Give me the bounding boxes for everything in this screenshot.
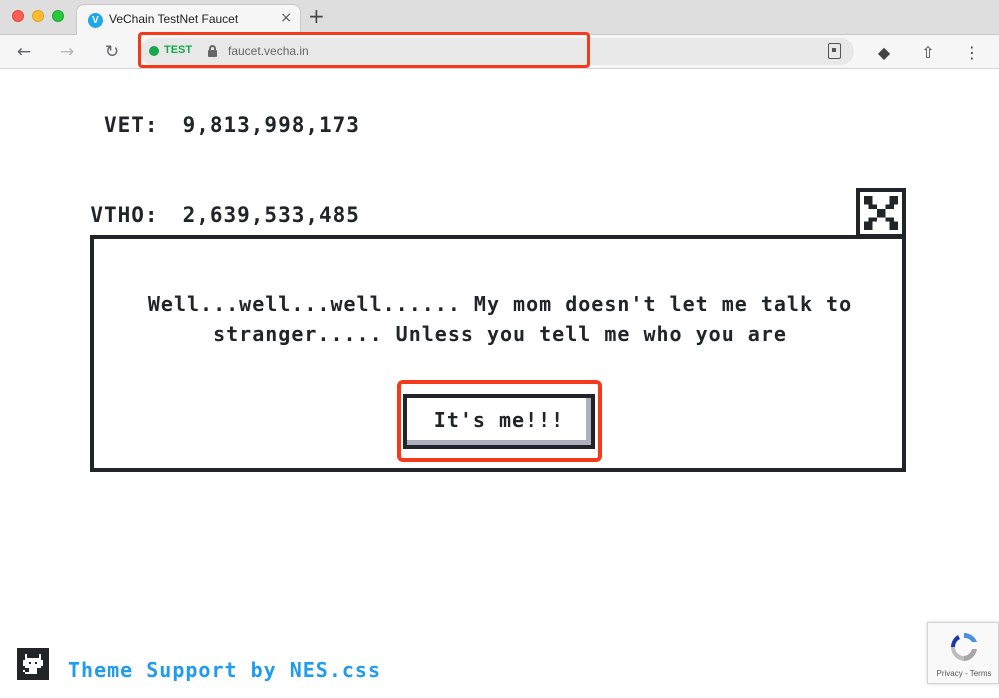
maximize-window-button[interactable] (52, 10, 64, 22)
bookmark-icon[interactable] (828, 43, 841, 59)
tab-close-icon[interactable]: × (280, 10, 292, 26)
minimize-window-button[interactable] (32, 10, 44, 22)
address-bar-highlight (138, 32, 590, 68)
back-button[interactable]: ← (12, 40, 36, 64)
vtho-label: VTHO: (90, 203, 159, 227)
more-menu-icon[interactable]: ⋮ (961, 43, 983, 62)
forward-button[interactable]: → (55, 40, 79, 64)
vet-label: VET: (104, 113, 159, 137)
wallet-icon[interactable]: ◆ (873, 43, 895, 62)
reload-button[interactable]: ↻ (100, 40, 124, 64)
browser-titlebar: V VeChain TestNet Faucet × + (0, 0, 999, 36)
vet-balance-row: VET: 9,813,998,173 (26, 80, 360, 170)
upload-icon[interactable]: ⇧ (917, 43, 939, 62)
vet-value: 9,813,998,173 (182, 113, 360, 137)
balances: VET: 9,813,998,173 VTHO: 2,639,533,485 (26, 80, 360, 260)
new-tab-button[interactable]: + (308, 5, 325, 27)
vtho-value: 2,639,533,485 (182, 203, 360, 227)
vechain-favicon-icon: V (88, 13, 103, 28)
close-window-button[interactable] (12, 10, 24, 22)
recaptcha-badge[interactable]: Privacy - Terms (927, 622, 999, 684)
dialog-close-button[interactable] (856, 188, 906, 238)
close-icon (864, 196, 898, 230)
its-me-button[interactable]: It's me!!! (403, 394, 595, 449)
recaptcha-terms[interactable]: Privacy - Terms (928, 669, 999, 678)
recaptcha-icon (950, 633, 977, 661)
github-icon[interactable] (17, 648, 49, 680)
tab-title: VeChain TestNet Faucet (109, 12, 239, 26)
dialog-message: Well...well...well...... My mom doesn't … (147, 292, 853, 346)
nes-css-link[interactable]: Theme Support by NES.css (68, 658, 381, 682)
